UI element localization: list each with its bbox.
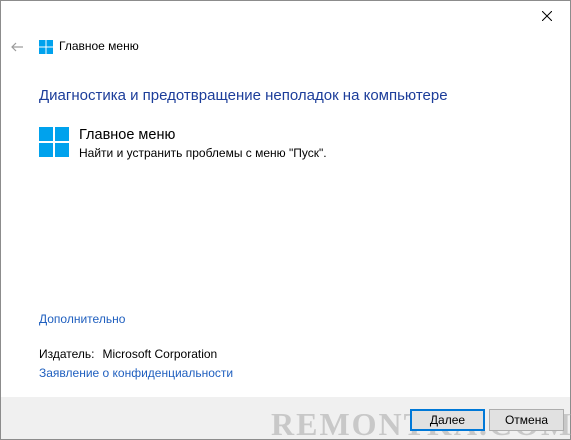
troubleshooter-window: Главное меню Диагностика и предотвращени… [0, 0, 571, 440]
back-button[interactable] [7, 37, 27, 57]
close-icon [542, 11, 552, 21]
next-button[interactable]: Далее [410, 409, 485, 431]
footer-bar: REMONTKA.COM Далее Отмена [1, 397, 571, 440]
publisher-value: Microsoft Corporation [102, 347, 218, 361]
publisher-info: Издатель: Microsoft Corporation [39, 347, 217, 361]
item-description: Найти и устранить проблемы с меню "Пуск"… [79, 146, 327, 160]
privacy-statement-link[interactable]: Заявление о конфиденциальности [39, 366, 233, 380]
close-button[interactable] [524, 1, 570, 31]
page-heading: Диагностика и предотвращение неполадок н… [39, 87, 448, 104]
cancel-button[interactable]: Отмена [489, 409, 564, 431]
windows-logo-icon [39, 40, 53, 54]
windows-logo-icon [39, 127, 69, 157]
publisher-label: Издатель: [39, 347, 95, 361]
back-arrow-icon [11, 42, 23, 52]
troubleshooter-item: Главное меню Найти и устранить проблемы … [39, 125, 327, 161]
advanced-link[interactable]: Дополнительно [39, 312, 125, 326]
item-title: Главное меню [79, 127, 176, 143]
title-bar: Главное меню [1, 35, 570, 59]
window-title: Главное меню [59, 39, 139, 53]
